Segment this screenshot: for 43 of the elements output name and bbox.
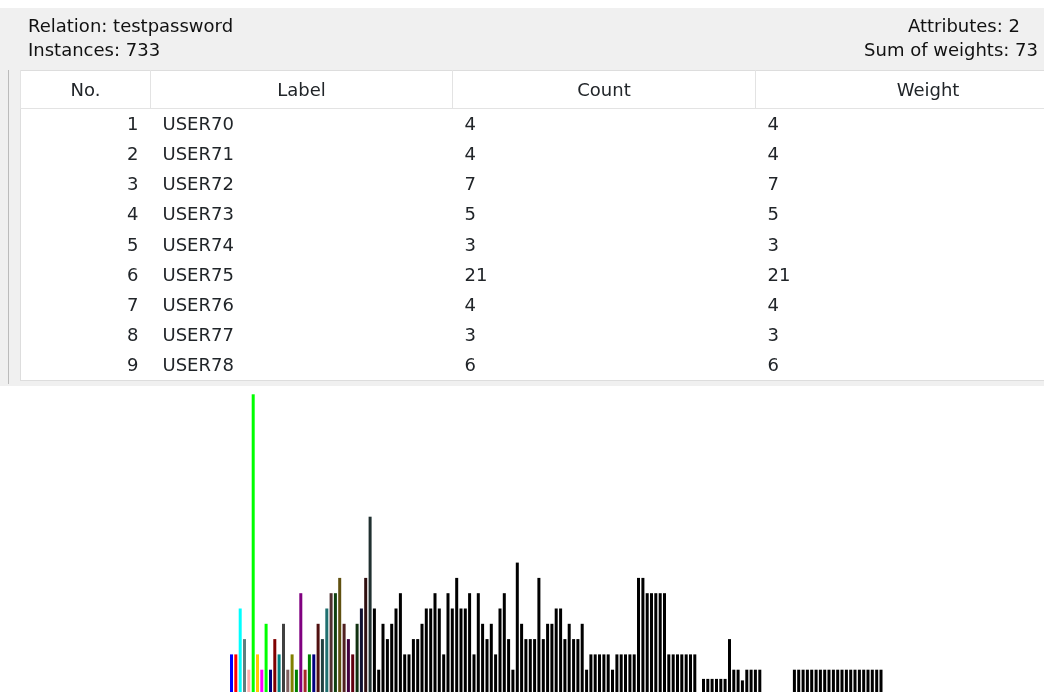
table-cell: USER76 bbox=[150, 289, 453, 321]
table-cell: 4 bbox=[452, 108, 756, 139]
table-cell: USER74 bbox=[150, 229, 453, 260]
summary-text: Attributes: 2 bbox=[906, 14, 1020, 38]
table-cell: USER70 bbox=[150, 108, 453, 139]
table-cell: 6 bbox=[20, 259, 151, 290]
table-cell: 7 bbox=[20, 289, 151, 321]
summary-text: Instances: 733 bbox=[28, 38, 162, 62]
table-cell: 5 bbox=[755, 199, 1044, 230]
table-cell: 3 bbox=[755, 229, 1044, 260]
table-cell: 9 bbox=[20, 350, 151, 381]
table-cell: USER73 bbox=[150, 199, 453, 230]
table-cell: 4 bbox=[755, 289, 1044, 321]
table-cell: 4 bbox=[755, 108, 1044, 139]
table-cell: 21 bbox=[755, 259, 1044, 290]
table-cell: 3 bbox=[452, 229, 756, 260]
table-cell: 3 bbox=[755, 320, 1044, 351]
table-cell: 4 bbox=[452, 139, 756, 170]
column-header[interactable]: No. bbox=[20, 70, 151, 109]
table-cell: 7 bbox=[755, 169, 1044, 200]
table-cell: USER77 bbox=[150, 320, 453, 351]
table-cell: 8 bbox=[20, 320, 151, 351]
table-cell: USER78 bbox=[150, 350, 453, 381]
table-cell: USER72 bbox=[150, 169, 453, 200]
summary-text: Sum of weights: 73 bbox=[864, 38, 1038, 62]
table-cell: 6 bbox=[755, 350, 1044, 381]
table-cell: 7 bbox=[452, 169, 756, 200]
table-cell: 6 bbox=[452, 350, 756, 381]
table-cell: 1 bbox=[20, 108, 151, 139]
table-cell: 4 bbox=[755, 139, 1044, 170]
table-cell: 3 bbox=[20, 169, 151, 200]
table-cell: 5 bbox=[452, 199, 756, 230]
table-cell: USER75 bbox=[150, 259, 453, 290]
table-cell: 5 bbox=[20, 229, 151, 260]
column-header[interactable]: Count bbox=[452, 70, 756, 109]
table-cell: 4 bbox=[452, 289, 756, 321]
table-cell: 3 bbox=[452, 320, 756, 351]
table-cell: 4 bbox=[20, 199, 151, 230]
table-cell: 21 bbox=[452, 259, 756, 290]
column-header[interactable]: Label bbox=[150, 70, 453, 109]
summary-text: Relation: testpassword bbox=[28, 14, 234, 38]
table-cell: 2 bbox=[20, 139, 151, 170]
table-cell: USER71 bbox=[150, 139, 453, 170]
